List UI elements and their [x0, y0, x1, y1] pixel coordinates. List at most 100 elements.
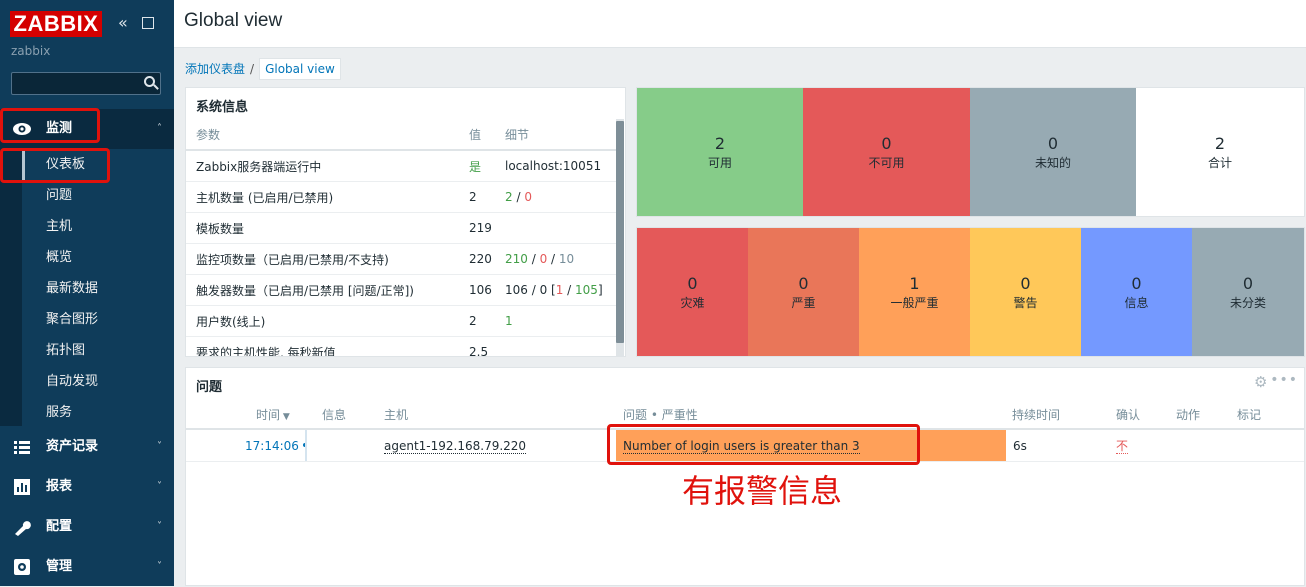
severity-tile-disaster[interactable]: 0 灾难 — [637, 228, 748, 356]
annotation-text: 有报警信息 — [682, 472, 843, 510]
column-header-duration: 持续时间 — [1012, 408, 1061, 422]
tile-count: 0 — [881, 134, 892, 153]
zabbix-logo[interactable]: ZABBIX — [10, 11, 102, 37]
tile-count: 0 — [1020, 274, 1031, 293]
availability-tile-unknown[interactable]: 0 未知的 — [970, 88, 1136, 216]
tile-count: 2 — [1214, 134, 1226, 153]
menu-inventory-label: 资产记录 — [46, 439, 99, 454]
table-header: 参数 值 细节 — [186, 119, 617, 151]
search-box[interactable] — [11, 72, 161, 95]
tile-count: 1 — [909, 274, 920, 293]
problem-ack-link[interactable]: 不 — [1116, 439, 1129, 454]
column-header-problem: 问题 • 严重性 — [623, 408, 698, 422]
online-count: 1 — [505, 314, 513, 328]
breadcrumb-dashboards-link[interactable]: 添加仪表盘 — [185, 62, 245, 76]
severity-tile-average[interactable]: 1 一般严重 — [859, 228, 970, 356]
table-row: 要求的主机性能, 每秒新值 2.5 — [186, 336, 617, 356]
submenu-maps[interactable]: 拓扑图 — [22, 335, 174, 366]
column-header-time[interactable]: 时间 ▼ — [256, 406, 290, 423]
scrollbar-thumb[interactable] — [616, 121, 624, 343]
system-info-table: 参数 值 细节 Zabbix服务器端运行中 是 localhost:10051 … — [186, 119, 617, 356]
submenu-latest-data[interactable]: 最新数据 — [22, 273, 174, 304]
sidebar: ZABBIX « zabbix 监测 ˄ 仪表板 问题 主机 概览 最新数据 聚… — [0, 0, 174, 586]
severity-tile-high[interactable]: 0 严重 — [748, 228, 859, 356]
tile-count: 0 — [1047, 134, 1059, 153]
value-cell: 2 — [469, 181, 505, 213]
param-cell: 监控项数量（已启用/已禁用/不支持) — [186, 243, 469, 275]
tile-label: 未知的 — [1034, 156, 1071, 170]
problem-host-link[interactable]: agent1-192.168.79.220 — [384, 439, 527, 454]
gear-icon[interactable]: ⚙ — [1254, 375, 1268, 390]
param-cell: Zabbix服务器端运行中 — [186, 150, 469, 182]
server-name: zabbix — [11, 44, 51, 58]
menu-reports[interactable]: 报表 ˅ — [0, 467, 174, 507]
availability-tile-total[interactable]: 2 合计 — [1136, 88, 1304, 216]
availability-tile-available[interactable]: 2 可用 — [637, 88, 803, 216]
param-cell: 要求的主机性能, 每秒新值 — [186, 336, 469, 356]
column-header-info: 信息 — [322, 408, 347, 422]
sort-down-icon: ▼ — [280, 412, 290, 422]
column-header-value: 值 — [469, 119, 505, 151]
value-cell: 106 — [469, 274, 505, 306]
table-row: 监控项数量（已启用/已禁用/不支持) 220 210 / 0 / 10 — [186, 243, 617, 275]
annotation-box-monitoring — [0, 108, 100, 143]
submenu-services[interactable]: 服务 — [22, 397, 174, 428]
detail-cell: 1 — [505, 305, 617, 337]
bar-chart-icon — [14, 479, 30, 495]
detail-cell — [505, 212, 617, 244]
submenu-hosts[interactable]: 主机 — [22, 211, 174, 242]
breadcrumb-current[interactable]: Global view — [259, 58, 341, 80]
submenu-discovery[interactable]: 自动发现 — [22, 366, 174, 397]
detail-cell: 210 / 0 / 10 — [505, 243, 617, 275]
collapse-sidebar-icon[interactable]: « — [118, 15, 128, 31]
severity-tile-warning[interactable]: 0 警告 — [970, 228, 1081, 356]
submenu-problems[interactable]: 问题 — [22, 180, 174, 211]
tile-label: 严重 — [791, 296, 816, 310]
submenu-overview[interactable]: 概览 — [22, 242, 174, 273]
table-row: 用户数(线上) 2 1 — [186, 305, 617, 337]
menu-administration[interactable]: 管理 ˅ — [0, 547, 174, 587]
host-availability-widget: 2 可用 0 不可用 0 未知的 2 合计 — [636, 87, 1305, 217]
availability-tile-unavailable[interactable]: 0 不可用 — [803, 88, 970, 216]
menu-administration-label: 管理 — [46, 559, 73, 574]
ok-count: 105 — [575, 283, 598, 297]
tile-label: 可用 — [707, 156, 732, 170]
page-title: Global view — [184, 10, 283, 31]
problem-duration: 6s — [1013, 439, 1027, 453]
table-row: Zabbix服务器端运行中 是 localhost:10051 — [186, 150, 617, 182]
severity-tile-not-classified[interactable]: 0 未分类 — [1192, 228, 1304, 356]
list-icon — [14, 441, 30, 454]
separator: / — [512, 190, 525, 204]
search-icon[interactable] — [144, 76, 155, 87]
enabled-count: 2 — [505, 190, 513, 204]
scrollbar-track[interactable] — [616, 119, 624, 356]
widget-title: 系统信息 — [196, 100, 249, 115]
param-cell: 用户数(线上) — [186, 305, 469, 337]
param-cell: 主机数量 (已启用/已禁用) — [186, 181, 469, 213]
trigger-suffix: ] — [597, 283, 603, 297]
more-icon[interactable]: ••• — [1270, 372, 1298, 388]
annotation-box-problem — [607, 424, 920, 465]
breadcrumb-separator: / — [250, 62, 255, 76]
kiosk-mode-icon[interactable] — [142, 17, 154, 29]
submenu-screens[interactable]: 聚合图形 — [22, 304, 174, 335]
chevron-up-icon: ˄ — [157, 123, 162, 134]
search-input[interactable] — [12, 73, 140, 94]
unsupported-count: 10 — [558, 252, 575, 266]
detail-cell — [505, 336, 617, 356]
detail-cell: 2 / 0 — [505, 181, 617, 213]
menu-configuration[interactable]: 配置 ˅ — [0, 507, 174, 547]
tile-count: 0 — [687, 274, 698, 293]
chevron-down-icon: ˅ — [157, 561, 162, 572]
disabled-count: 0 — [524, 190, 532, 204]
severity-tile-information[interactable]: 0 信息 — [1081, 228, 1192, 356]
tile-label: 信息 — [1124, 296, 1149, 310]
table-row: 触发器数量（已启用/已禁用 [问题/正常]) 106 106 / 0 [1 / … — [186, 274, 617, 306]
separator: / — [563, 283, 576, 297]
problem-time-link[interactable]: 17:14:06 — [245, 439, 299, 453]
menu-inventory[interactable]: 资产记录 ˅ — [0, 427, 174, 467]
system-info-widget: 系统信息 参数 值 细节 Zabbix服务器端运行中 是 localhost:1… — [185, 87, 626, 357]
enabled-count: 210 — [505, 252, 528, 266]
value-cell: 2.5 — [469, 336, 505, 356]
table-row: 主机数量 (已启用/已禁用) 2 2 / 0 — [186, 181, 617, 213]
